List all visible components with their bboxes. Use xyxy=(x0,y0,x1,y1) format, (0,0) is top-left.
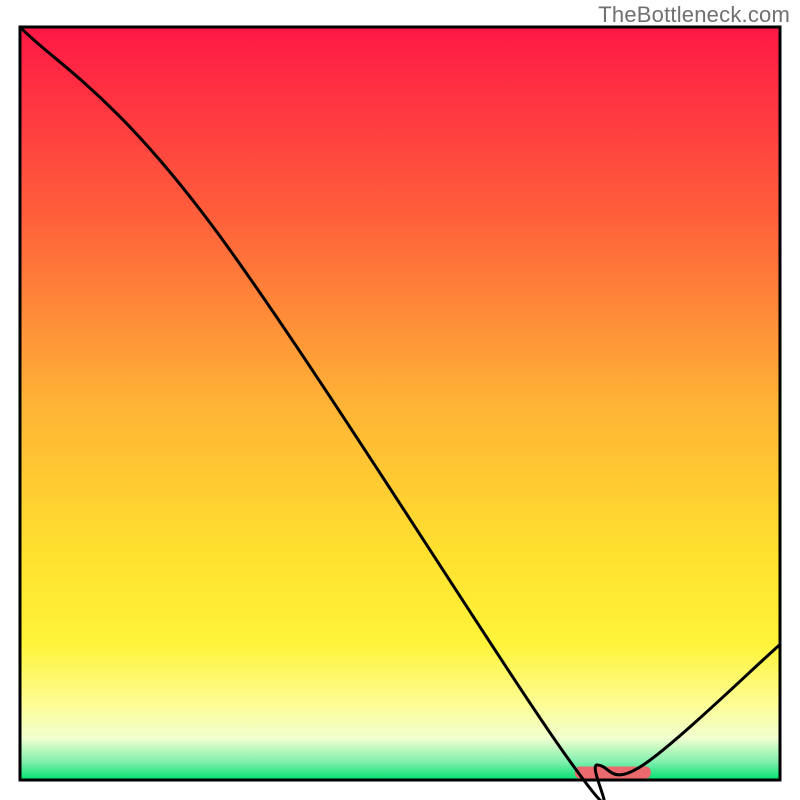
plot-background xyxy=(20,27,780,780)
watermark-text: TheBottleneck.com xyxy=(598,2,790,28)
chart-container: TheBottleneck.com xyxy=(0,0,800,800)
bottleneck-chart xyxy=(0,0,800,800)
